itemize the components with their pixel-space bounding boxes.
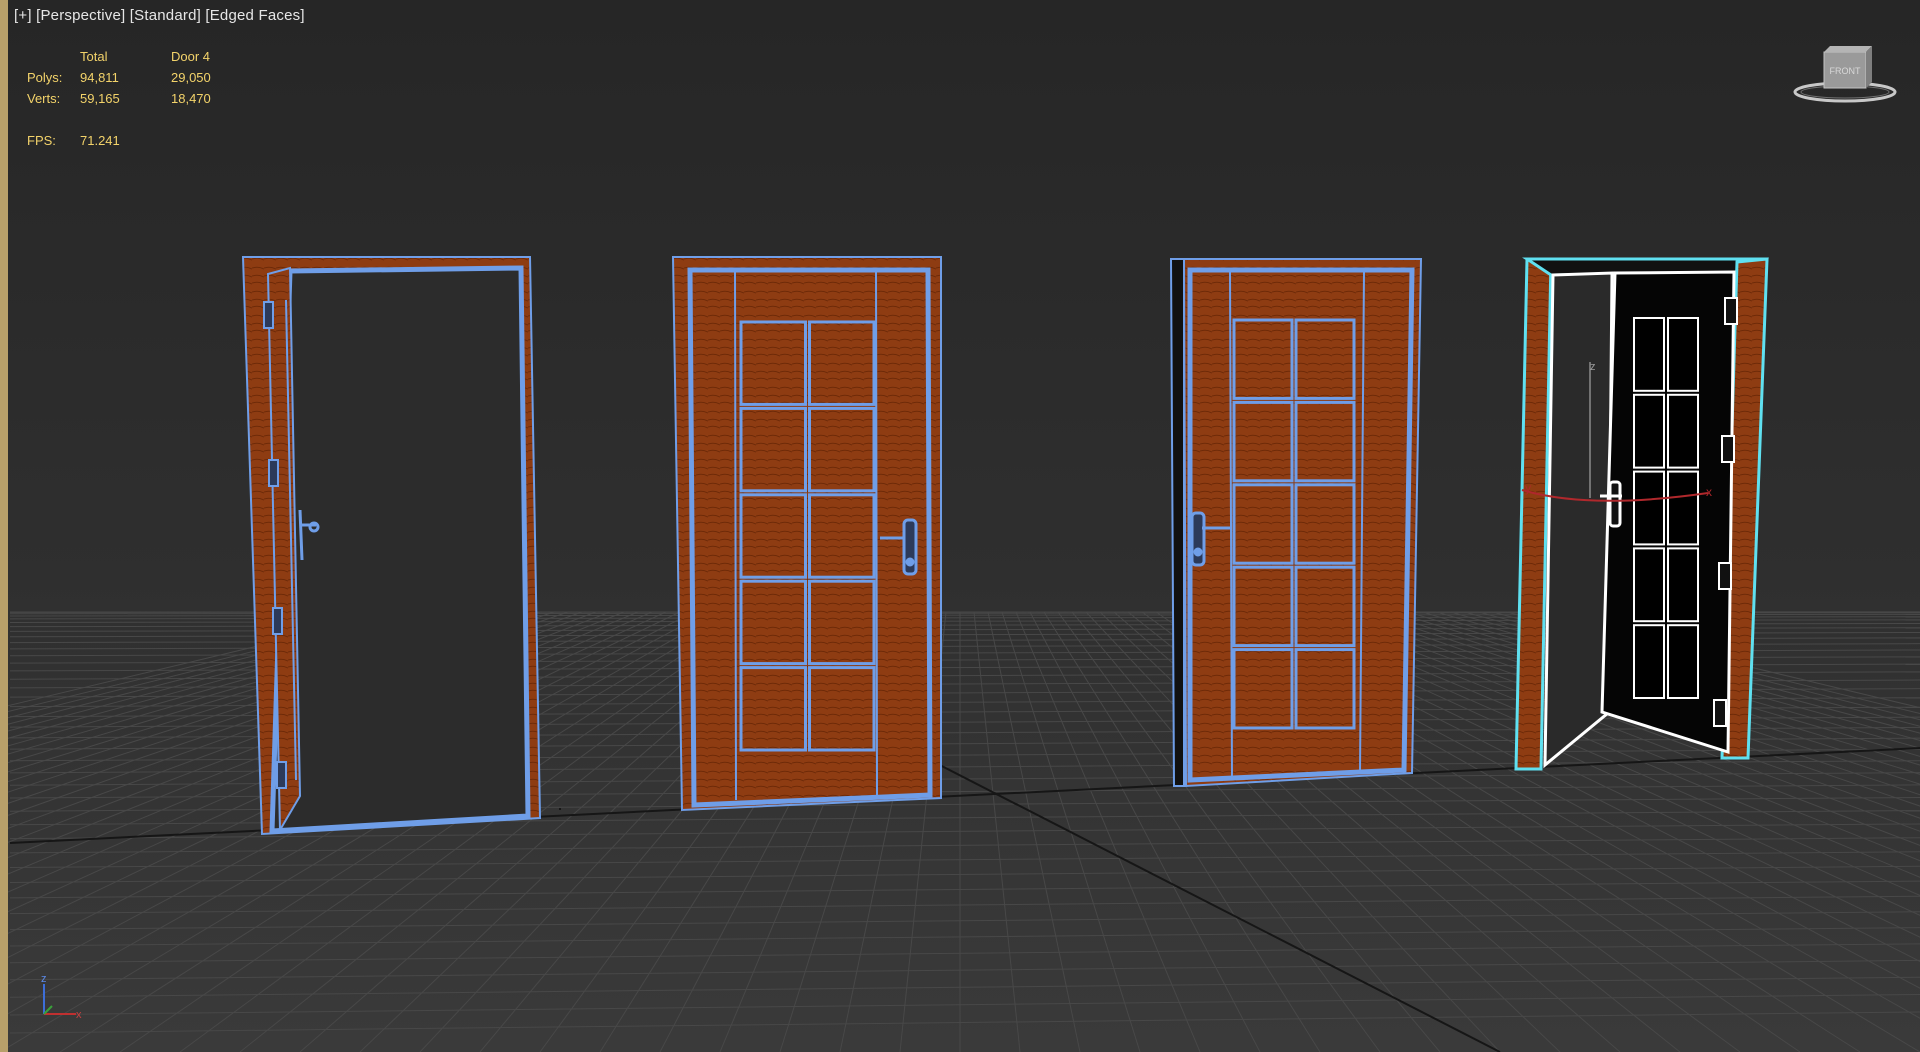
stats-verts-total: 59,165 xyxy=(80,91,120,106)
viewcube-front-label: FRONT xyxy=(1830,66,1861,76)
stats-total-header: Total xyxy=(80,49,108,64)
stats-polys-selected: 29,050 xyxy=(171,70,211,85)
door-3[interactable] xyxy=(1169,258,1423,788)
viewport-shading-standard-menu[interactable]: [Standard] xyxy=(130,7,201,24)
door-2[interactable] xyxy=(671,256,942,812)
stats-fps-label: FPS: xyxy=(27,133,56,148)
door-1[interactable] xyxy=(241,256,542,836)
stats-verts-selected: 18,470 xyxy=(171,91,211,106)
door-1-opening xyxy=(269,265,531,834)
gizmo-y-label: y xyxy=(1525,481,1531,495)
stats-polys-label: Polys: xyxy=(27,70,63,85)
gizmo-x-label: x xyxy=(1706,485,1712,499)
viewport-display-mode-menu[interactable]: [Edged Faces] xyxy=(205,7,304,24)
tripod-z-label: z xyxy=(41,973,47,985)
viewport-plus-menu[interactable]: [+] xyxy=(14,7,32,24)
active-viewport-border xyxy=(0,0,8,1052)
gizmo-z-label: z xyxy=(1590,361,1596,373)
scene-canvas[interactable]: z y x xyxy=(0,0,1920,1052)
viewport-label-menu[interactable]: [+] [Perspective] [Standard] [Edged Face… xyxy=(14,7,305,24)
door-3-side xyxy=(1169,258,1185,787)
viewport-view-menu[interactable]: [Perspective] xyxy=(36,7,125,24)
stats-verts-label: Verts: xyxy=(27,91,61,106)
stats-selected-header: Door 4 xyxy=(171,49,211,64)
viewcube-icon[interactable]: FRONT xyxy=(1790,42,1900,112)
tripod-x-label: x xyxy=(76,1009,82,1021)
door-4-selected[interactable]: z y x xyxy=(1514,257,1769,771)
stats-fps-value: 71.241 xyxy=(80,133,120,148)
world-axis-tripod-icon: z x xyxy=(41,973,82,1021)
perspective-viewport[interactable]: z y x [+] [Perspective] [Standard] [Edge… xyxy=(0,0,1920,1052)
stats-polys-total: 94,811 xyxy=(80,70,119,85)
